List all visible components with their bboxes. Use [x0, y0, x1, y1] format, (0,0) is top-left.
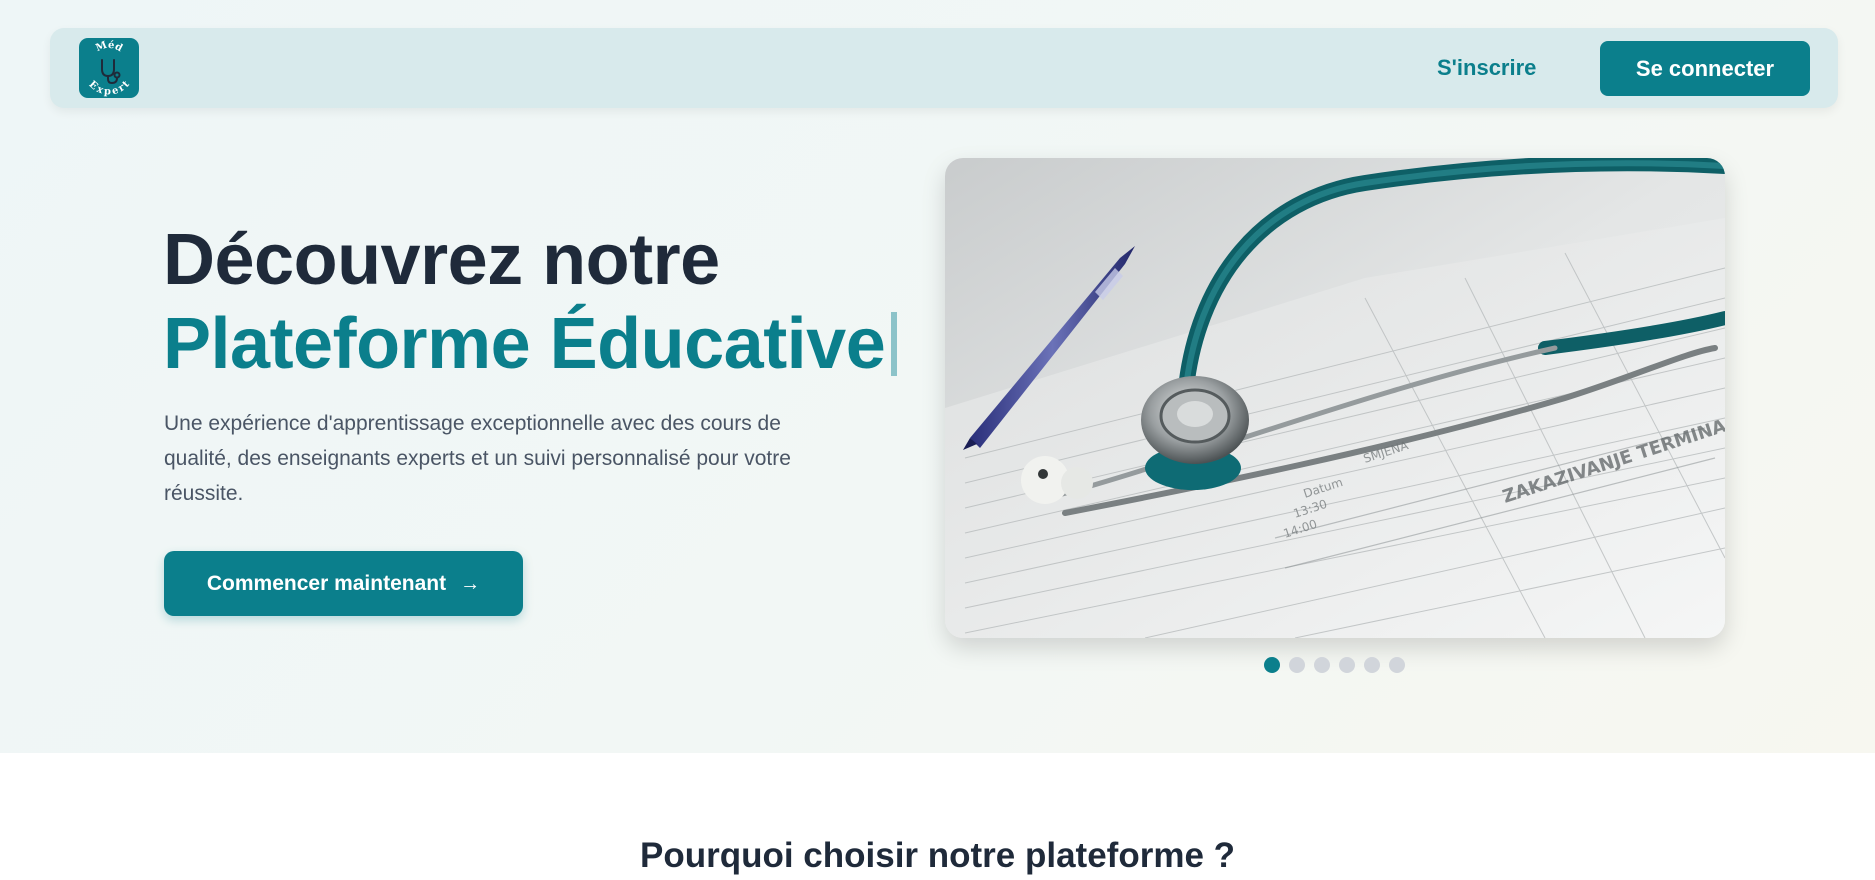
hero-heading: Découvrez notre Plateforme Éducative — [163, 218, 898, 386]
typing-caret — [891, 312, 898, 376]
logo-text-top: Méd — [94, 40, 124, 55]
carousel-dot[interactable] — [1364, 657, 1380, 673]
get-started-label: Commencer maintenant — [206, 571, 447, 595]
signup-link[interactable]: S'inscrire — [1437, 52, 1536, 84]
top-navbar: Méd Expert S'inscrire Se connecter — [50, 28, 1838, 108]
carousel-dot[interactable] — [1389, 657, 1405, 673]
stethoscope-icon — [101, 59, 121, 85]
hero-title-line1: Découvrez notre — [163, 220, 720, 300]
stethoscope-photo: ZAKAZIVANJE TERMINA ZA PA SMJENA Datum 1… — [945, 158, 1725, 638]
arrow-right-icon: → — [460, 572, 481, 595]
features-heading: Pourquoi choisir notre plateforme ? — [639, 836, 1236, 875]
get-started-button[interactable]: Commencer maintenant → — [164, 551, 523, 616]
hero-section: Méd Expert S'inscrire Se connecter Décou… — [0, 0, 1875, 753]
carousel-indicators — [1264, 657, 1405, 673]
carousel-dot[interactable] — [1289, 657, 1305, 673]
brand-logo[interactable]: Méd Expert — [79, 38, 139, 98]
carousel-dot[interactable] — [1314, 657, 1330, 673]
carousel-slide-image: ZAKAZIVANJE TERMINA ZA PA SMJENA Datum 1… — [945, 158, 1725, 638]
logo-graphic: Méd Expert — [86, 40, 132, 98]
hero-description: Une expérience d'apprentissage exception… — [164, 412, 791, 505]
carousel-dot[interactable] — [1339, 657, 1355, 673]
hero-title-line2: Plateforme Éducative — [163, 304, 886, 384]
carousel-dot[interactable] — [1264, 657, 1280, 673]
login-button[interactable]: Se connecter — [1600, 41, 1810, 96]
